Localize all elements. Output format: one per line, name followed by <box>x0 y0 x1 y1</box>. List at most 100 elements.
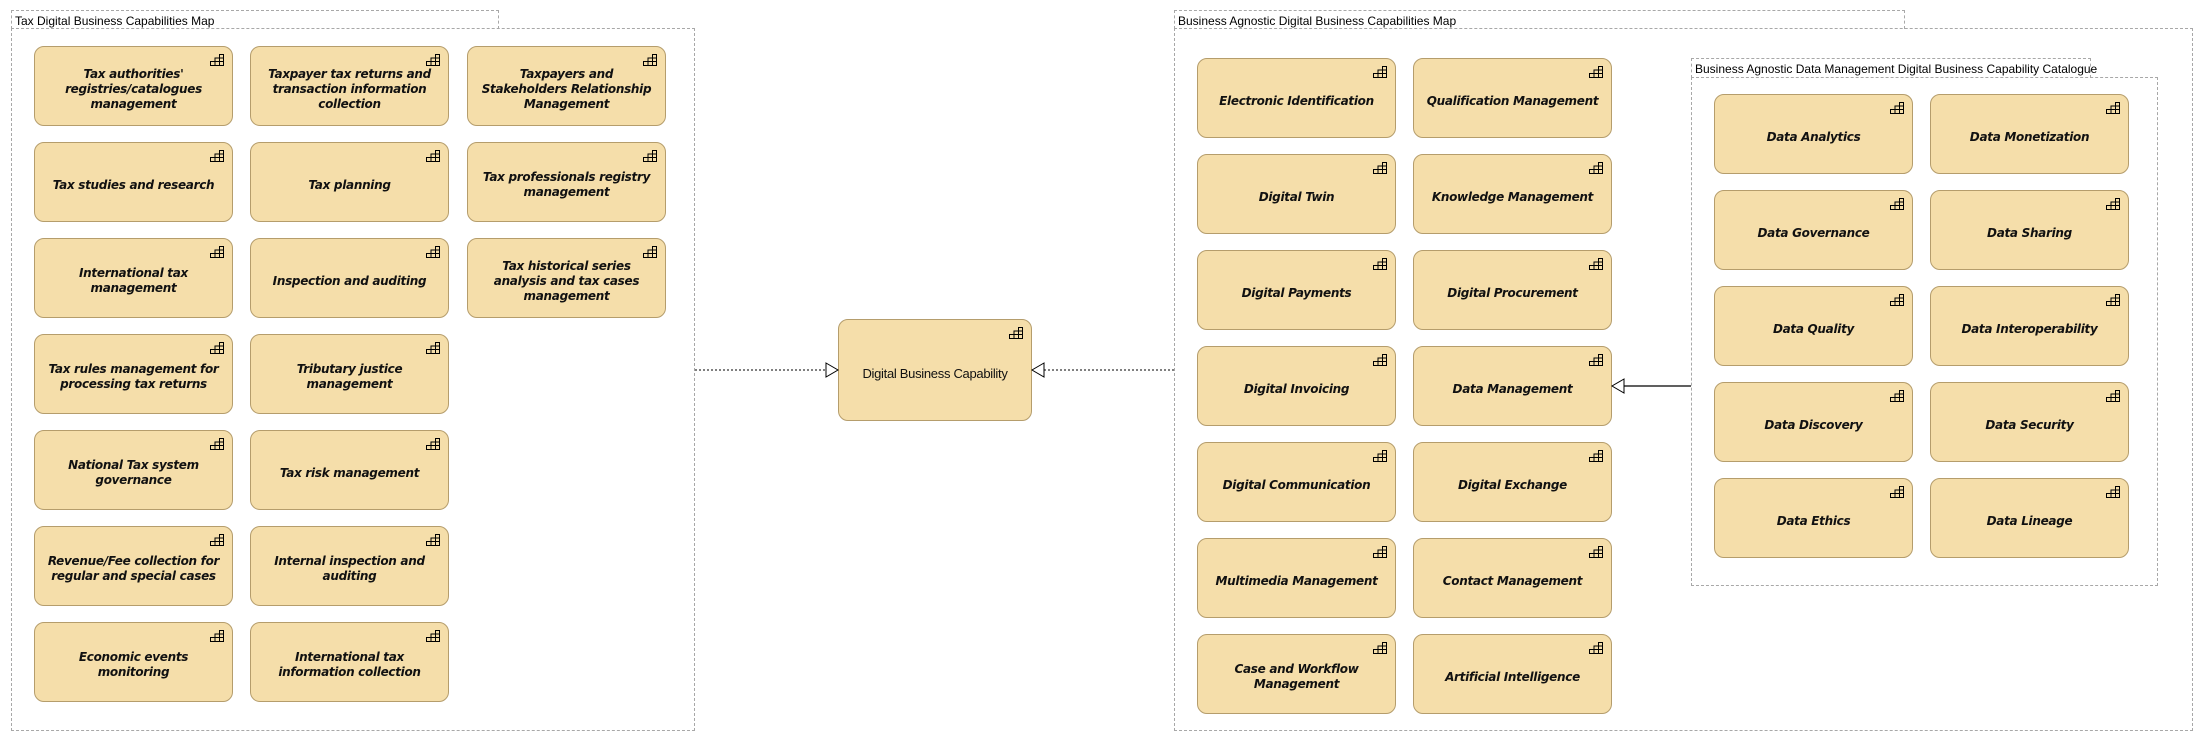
tax-map-title-tab: Tax Digital Business Capabilities Map <box>11 10 499 29</box>
capability-data-discovery[interactable]: Data Discovery <box>1714 382 1913 462</box>
capability-icon <box>2106 102 2120 114</box>
capability-tax-professionals-registry-management[interactable]: Tax professionals registry management <box>467 142 666 222</box>
capability-tax-planning[interactable]: Tax planning <box>250 142 449 222</box>
capability-internal-inspection-and-auditing[interactable]: Internal inspection and auditing <box>250 526 449 606</box>
capability-icon <box>1589 354 1603 366</box>
capability-icon <box>1589 642 1603 654</box>
capability-icon <box>1373 546 1387 558</box>
data-catalogue-title: Business Agnostic Data Management Digita… <box>1695 62 2098 76</box>
capability-digital-twin[interactable]: Digital Twin <box>1197 154 1396 234</box>
capability-data-interoperability[interactable]: Data Interoperability <box>1930 286 2129 366</box>
capability-icon <box>1890 390 1904 402</box>
capability-icon <box>1589 546 1603 558</box>
data-catalogue-title-tab: Business Agnostic Data Management Digita… <box>1691 58 2097 78</box>
capability-digital-communication[interactable]: Digital Communication <box>1197 442 1396 522</box>
capability-icon <box>210 438 224 450</box>
capability-digital-invoicing[interactable]: Digital Invoicing <box>1197 346 1396 426</box>
capability-label: International tax information collection <box>278 650 421 679</box>
capability-label: Tax studies and research <box>52 177 215 192</box>
capability-label: Tax historical series analysis and tax c… <box>493 258 640 303</box>
capability-tax-rules-management-for-processing-tax-returns[interactable]: Tax rules management for processing tax … <box>34 334 233 414</box>
capability-label: Tax rules management for processing tax … <box>48 362 219 391</box>
capability-label: Qualification Management <box>1426 93 1599 108</box>
capability-data-security[interactable]: Data Security <box>1930 382 2129 462</box>
capability-label: Digital Invoicing <box>1243 381 1350 396</box>
capability-icon <box>1589 450 1603 462</box>
capability-icon <box>1890 102 1904 114</box>
capability-label: Digital Twin <box>1258 189 1335 204</box>
capability-label: Inspection and auditing <box>272 273 427 288</box>
capability-icon <box>1589 66 1603 78</box>
capability-tributary-justice-management[interactable]: Tributary justice management <box>250 334 449 414</box>
capability-multimedia-management[interactable]: Multimedia Management <box>1197 538 1396 618</box>
capability-tax-risk-management[interactable]: Tax risk management <box>250 430 449 510</box>
capability-digital-procurement[interactable]: Digital Procurement <box>1413 250 1612 330</box>
capability-knowledge-management[interactable]: Knowledge Management <box>1413 154 1612 234</box>
agnostic-map-title-tab: Business Agnostic Digital Business Capab… <box>1174 10 1905 29</box>
capability-label: Internal inspection and auditing <box>274 554 425 583</box>
capability-data-monetization[interactable]: Data Monetization <box>1930 94 2129 174</box>
capability-icon <box>2106 486 2120 498</box>
capability-revenue-fee-collection-for-regular-and-special-cases[interactable]: Revenue/Fee collection for regular and s… <box>34 526 233 606</box>
capability-label: Revenue/Fee collection for regular and s… <box>47 554 220 583</box>
capability-data-management[interactable]: Data Management <box>1413 346 1612 426</box>
capability-label: Digital Exchange <box>1457 477 1568 492</box>
capability-label: Data Ethics <box>1776 513 1851 528</box>
capability-label: Tax professionals registry management <box>482 170 651 199</box>
capability-icon <box>643 150 657 162</box>
capability-icon <box>426 438 440 450</box>
capability-label: Contact Management <box>1442 573 1583 588</box>
agnostic-map-title: Business Agnostic Digital Business Capab… <box>1178 14 1457 28</box>
capability-label: Digital Communication <box>1222 477 1371 492</box>
capability-label: Data Interoperability <box>1961 321 2098 336</box>
capability-icon <box>1589 258 1603 270</box>
capability-taxpayers-and-stakeholders-relationship-management[interactable]: Taxpayers and Stakeholders Relationship … <box>467 46 666 126</box>
capability-icon <box>210 342 224 354</box>
capability-icon <box>1890 294 1904 306</box>
capability-label: Artificial Intelligence <box>1445 669 1580 684</box>
capability-electronic-identification[interactable]: Electronic Identification <box>1197 58 1396 138</box>
capability-national-tax-system-governance[interactable]: National Tax system governance <box>34 430 233 510</box>
capability-icon <box>643 246 657 258</box>
capability-icon <box>1373 354 1387 366</box>
capability-taxpayer-tax-returns-and-transaction-information-collection[interactable]: Taxpayer tax returns and transaction inf… <box>250 46 449 126</box>
capability-qualification-management[interactable]: Qualification Management <box>1413 58 1612 138</box>
capability-label: Data Discovery <box>1764 417 1863 432</box>
capability-digital-payments[interactable]: Digital Payments <box>1197 250 1396 330</box>
capability-international-tax-information-collection[interactable]: International tax information collection <box>250 622 449 702</box>
capability-data-quality[interactable]: Data Quality <box>1714 286 1913 366</box>
tax-map-title: Tax Digital Business Capabilities Map <box>15 14 215 28</box>
capability-label: Digital Procurement <box>1447 285 1578 300</box>
digital-business-capability-label: Digital Business Capability <box>862 365 1008 381</box>
capability-icon <box>210 534 224 546</box>
capability-icon <box>1589 162 1603 174</box>
capability-icon <box>210 54 224 66</box>
capability-label: Data Monetization <box>1969 129 2090 144</box>
capability-data-ethics[interactable]: Data Ethics <box>1714 478 1913 558</box>
capability-icon <box>426 150 440 162</box>
capability-icon <box>210 630 224 642</box>
capability-contact-management[interactable]: Contact Management <box>1413 538 1612 618</box>
capability-icon <box>1009 327 1023 339</box>
capability-icon <box>2106 390 2120 402</box>
capability-digital-exchange[interactable]: Digital Exchange <box>1413 442 1612 522</box>
capability-label: Taxpayers and Stakeholders Relationship … <box>481 66 652 111</box>
capability-tax-historical-series-analysis-and-tax-cases-management[interactable]: Tax historical series analysis and tax c… <box>467 238 666 318</box>
capability-case-and-workflow-management[interactable]: Case and Workflow Management <box>1197 634 1396 714</box>
capability-data-governance[interactable]: Data Governance <box>1714 190 1913 270</box>
capability-data-lineage[interactable]: Data Lineage <box>1930 478 2129 558</box>
capability-icon <box>426 630 440 642</box>
capability-international-tax-management[interactable]: International tax management <box>34 238 233 318</box>
capability-artificial-intelligence[interactable]: Artificial Intelligence <box>1413 634 1612 714</box>
capability-label: Knowledge Management <box>1431 189 1594 204</box>
capability-data-analytics[interactable]: Data Analytics <box>1714 94 1913 174</box>
capability-economic-events-monitoring[interactable]: Economic events monitoring <box>34 622 233 702</box>
capability-label: Data Quality <box>1772 321 1855 336</box>
capability-tax-studies-and-research[interactable]: Tax studies and research <box>34 142 233 222</box>
capability-tax-authorities-registries-catalogues-management[interactable]: Tax authorities' registries/catalogues m… <box>34 46 233 126</box>
capability-label: Data Governance <box>1757 225 1870 240</box>
digital-business-capability[interactable]: Digital Business Capability <box>838 319 1032 421</box>
capability-inspection-and-auditing[interactable]: Inspection and auditing <box>250 238 449 318</box>
capability-label: Data Lineage <box>1986 513 2073 528</box>
capability-data-sharing[interactable]: Data Sharing <box>1930 190 2129 270</box>
